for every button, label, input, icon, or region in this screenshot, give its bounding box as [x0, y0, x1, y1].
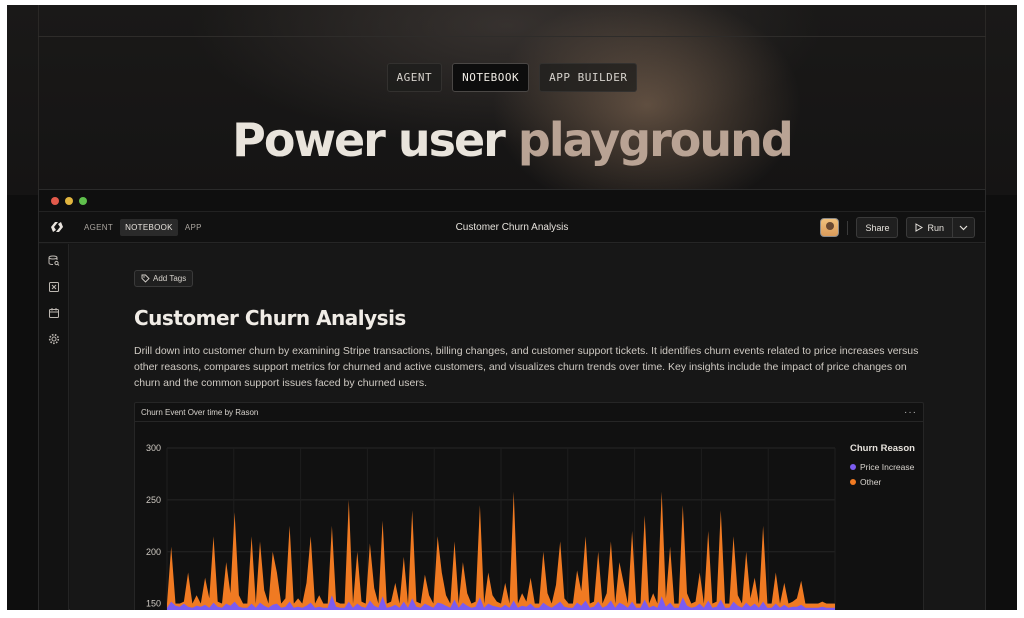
hero-title-main: Power user — [232, 113, 518, 167]
app-window: AGENT NOTEBOOK APP Customer Churn Analys… — [38, 189, 986, 610]
share-button-label: Share — [865, 222, 890, 233]
y-tick-label: 150 — [146, 599, 161, 609]
excel-file-icon[interactable] — [47, 280, 60, 293]
chart-title: Churn Event Over time by Rason — [141, 407, 259, 417]
y-tick-label: 250 — [146, 495, 161, 505]
mode-tab-app[interactable]: APP — [180, 219, 207, 236]
page-frame: AGENT NOTEBOOK APP BUILDER Power user pl… — [7, 5, 1017, 610]
notebook-content: Add Tags Customer Churn Analysis Drill d… — [70, 244, 985, 610]
notebook-description: Drill down into customer churn by examin… — [134, 345, 919, 389]
mode-tab-notebook[interactable]: NOTEBOOK — [120, 218, 178, 236]
add-tags-label: Add Tags — [153, 274, 187, 283]
chart-card: Churn Event Over time by Rason ··· 300 25… — [134, 402, 924, 610]
run-button[interactable]: Run — [906, 217, 953, 238]
app-logo-icon[interactable] — [49, 221, 65, 233]
chart-legend: Churn Reason Price Increase Other — [850, 443, 915, 492]
add-tags-button[interactable]: Add Tags — [134, 270, 194, 287]
hero-title: Power user playground — [7, 113, 1017, 167]
hero-tab-app-builder[interactable]: APP BUILDER — [539, 63, 638, 92]
maximize-window-dot[interactable] — [79, 196, 87, 205]
run-options-button[interactable] — [953, 217, 975, 238]
chevron-down-icon — [959, 225, 968, 230]
hero-tab-agent[interactable]: AGENT — [386, 63, 443, 92]
legend-dot-other — [850, 479, 856, 485]
tag-icon — [141, 274, 150, 283]
toolbar-separator — [847, 220, 849, 235]
window-titlebar — [39, 190, 985, 212]
play-icon — [915, 223, 924, 232]
minimize-window-dot[interactable] — [65, 196, 73, 205]
churn-area-chart: 300 250 200 150 — [146, 443, 836, 610]
page-bottom-margin — [0, 610, 1024, 618]
legend-dot-price-increase — [850, 464, 856, 470]
notebook-heading: Customer Churn Analysis — [134, 306, 406, 330]
legend-label-other: Other — [860, 477, 882, 487]
settings-gear-icon[interactable] — [47, 332, 60, 345]
hero-section: AGENT NOTEBOOK APP BUILDER Power user pl… — [7, 5, 1017, 195]
legend-label-price-increase: Price Increase — [860, 462, 915, 472]
user-avatar[interactable] — [820, 218, 840, 237]
more-options-icon[interactable]: ··· — [904, 407, 917, 418]
calendar-icon[interactable] — [47, 306, 60, 319]
share-button[interactable]: Share — [856, 217, 899, 238]
hero-title-accent: playground — [517, 113, 794, 167]
legend-title: Churn Reason — [850, 443, 915, 454]
app-toolbar: AGENT NOTEBOOK APP Customer Churn Analys… — [39, 212, 985, 243]
database-search-icon[interactable] — [47, 254, 60, 267]
toolbar-actions: Share Run — [820, 217, 975, 238]
legend-item-price-increase[interactable]: Price Increase — [850, 462, 915, 472]
mode-tab-agent[interactable]: AGENT — [79, 219, 118, 236]
run-button-group: Run — [906, 217, 975, 238]
run-button-label: Run — [927, 222, 944, 233]
y-tick-label: 200 — [146, 547, 161, 557]
legend-item-other[interactable]: Other — [850, 477, 915, 487]
hero-divider — [38, 36, 986, 37]
left-sidebar — [39, 244, 69, 610]
hero-tab-notebook[interactable]: NOTEBOOK — [452, 63, 530, 92]
chart-header: Churn Event Over time by Rason ··· — [135, 403, 923, 422]
hero-tabs: AGENT NOTEBOOK APP BUILDER — [7, 63, 1017, 92]
y-tick-label: 300 — [146, 443, 161, 453]
close-window-dot[interactable] — [51, 196, 59, 205]
